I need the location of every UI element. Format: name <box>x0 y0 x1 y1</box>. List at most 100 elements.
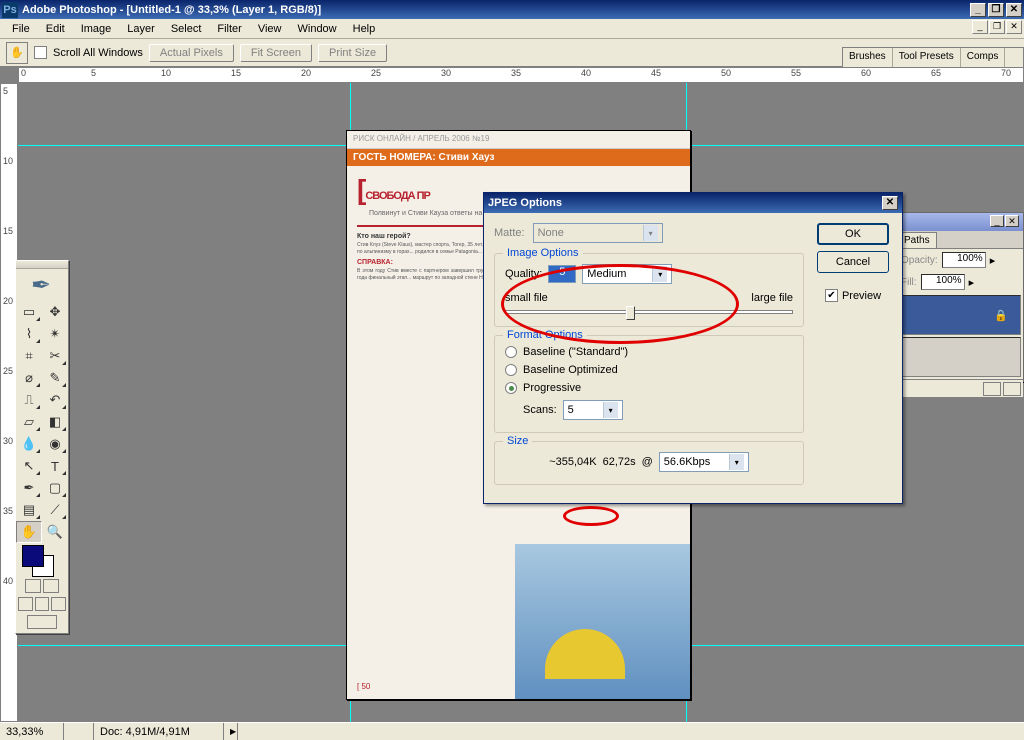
scroll-all-checkbox[interactable] <box>34 46 47 59</box>
layers-panel[interactable]: _ ✕ Paths Opacity: 100%▸ Fill: 100%▸ 🔒 <box>896 212 1024 382</box>
zoom-tool[interactable]: 🔍 <box>42 521 68 543</box>
toolbox[interactable]: ✒ ▭ ✥ ⌇ ✴ ⌗ ✂ ⌀ ✎ ⎍ ↶ ▱ ◧ 💧 ◉ ↖ T ✒ ▢ ▤ … <box>15 260 69 634</box>
doc-section-banner: ГОСТЬ НОМЕРА: Стиви Хауз <box>347 149 690 166</box>
baseline-optimized-radio[interactable] <box>505 364 517 376</box>
tab-comps[interactable]: Comps <box>961 48 1006 67</box>
size-at-symbol: @ <box>642 456 653 468</box>
print-size-button[interactable]: Print Size <box>318 44 387 62</box>
marquee-tool[interactable]: ▭ <box>16 301 42 323</box>
menu-image[interactable]: Image <box>73 21 120 37</box>
mdi-restore[interactable]: ❐ <box>989 20 1005 34</box>
layer-list[interactable]: 🔒 <box>899 295 1021 335</box>
gradient-tool[interactable]: ◧ <box>42 411 68 433</box>
color-swatches <box>16 543 68 577</box>
blur-tool[interactable]: 💧 <box>16 433 42 455</box>
status-icon[interactable] <box>64 723 94 740</box>
crop-tool[interactable]: ⌗ <box>16 345 42 367</box>
type-tool[interactable]: T <box>42 455 68 477</box>
doc-header: РИСК ОНЛАЙН / АПРЕЛЬ 2006 №19 <box>347 131 690 149</box>
panel-titlebar[interactable]: _ ✕ <box>897 213 1023 231</box>
mdi-close[interactable]: ✕ <box>1006 20 1022 34</box>
menu-file[interactable]: File <box>4 21 38 37</box>
maximize-button[interactable]: ❐ <box>988 3 1004 17</box>
quality-preset-dropdown[interactable]: Medium ▾ <box>582 264 672 284</box>
quality-input[interactable]: 5 <box>548 265 576 283</box>
jpeg-options-dialog[interactable]: JPEG Options ✕ Matte: None ▾ Image Optio… <box>483 192 903 504</box>
brush-tool[interactable]: ✎ <box>42 367 68 389</box>
standard-mode-icon[interactable] <box>25 579 41 593</box>
zoom-level[interactable]: 33,33% <box>0 723 64 740</box>
photoshop-icon: Ps <box>2 2 18 18</box>
opacity-flyout-arrow[interactable]: ▸ <box>990 254 996 267</box>
slice-tool[interactable]: ✂ <box>42 345 68 367</box>
tab-brushes[interactable]: Brushes <box>843 48 893 67</box>
menu-select[interactable]: Select <box>163 21 210 37</box>
baseline-standard-radio[interactable] <box>505 346 517 358</box>
slider-thumb[interactable] <box>626 306 635 320</box>
window-title: Adobe Photoshop - [Untitled-1 @ 33,3% (L… <box>22 4 970 16</box>
quality-slider[interactable] <box>505 310 793 314</box>
quickmask-mode-icon[interactable] <box>43 579 59 593</box>
hand-tool[interactable]: ✋ <box>16 521 42 543</box>
history-brush-tool[interactable]: ↶ <box>42 389 68 411</box>
healing-brush-tool[interactable]: ⌀ <box>16 367 42 389</box>
actual-pixels-button[interactable]: Actual Pixels <box>149 44 234 62</box>
connection-speed-dropdown[interactable]: 56.6Kbps ▾ <box>659 452 749 472</box>
menu-edit[interactable]: Edit <box>38 21 73 37</box>
scans-dropdown[interactable]: 5 ▾ <box>563 400 623 420</box>
lock-icon: 🔒 <box>994 309 1008 322</box>
panel-minimize-button[interactable]: _ <box>990 215 1004 227</box>
dialog-titlebar[interactable]: JPEG Options ✕ <box>484 193 902 213</box>
menu-help[interactable]: Help <box>345 21 384 37</box>
close-button[interactable]: ✕ <box>1006 3 1022 17</box>
toolbox-grip[interactable] <box>16 261 68 269</box>
shape-tool[interactable]: ▢ <box>42 477 68 499</box>
chevron-down-icon: ▾ <box>729 454 744 470</box>
status-flyout-arrow[interactable]: ▶ <box>224 723 238 740</box>
magic-wand-tool[interactable]: ✴ <box>42 323 68 345</box>
screen-mode-full-icon[interactable] <box>51 597 66 611</box>
menu-layer[interactable]: Layer <box>119 21 163 37</box>
small-file-label: small file <box>505 292 548 304</box>
imageready-jump-icon[interactable] <box>27 615 57 629</box>
screen-mode-full-menubar-icon[interactable] <box>35 597 50 611</box>
large-file-label: large file <box>751 292 793 304</box>
fill-input[interactable]: 100% <box>921 274 965 290</box>
lasso-tool[interactable]: ⌇ <box>16 323 42 345</box>
menu-window[interactable]: Window <box>290 21 345 37</box>
horizontal-ruler[interactable]: 0 5 10 15 20 25 30 35 40 45 50 55 60 65 … <box>18 67 1024 83</box>
cancel-button[interactable]: Cancel <box>817 251 889 273</box>
move-tool[interactable]: ✥ <box>42 301 68 323</box>
preview-checkbox[interactable]: ✔ <box>825 289 838 302</box>
tab-tool-presets[interactable]: Tool Presets <box>893 48 961 67</box>
menu-view[interactable]: View <box>250 21 290 37</box>
image-options-legend: Image Options <box>503 247 583 259</box>
hand-tool-icon[interactable]: ✋ <box>6 42 28 64</box>
dodge-tool[interactable]: ◉ <box>42 433 68 455</box>
doc-size: Doc: 4,91M/4,91M <box>94 723 224 740</box>
new-layer-icon[interactable] <box>983 382 1001 396</box>
eraser-tool[interactable]: ▱ <box>16 411 42 433</box>
menu-filter[interactable]: Filter <box>209 21 249 37</box>
screen-mode-standard-icon[interactable] <box>18 597 33 611</box>
notes-tool[interactable]: ▤ <box>16 499 42 521</box>
foreground-color[interactable] <box>22 545 44 567</box>
fit-screen-button[interactable]: Fit Screen <box>240 44 312 62</box>
clone-stamp-tool[interactable]: ⎍ <box>16 389 42 411</box>
panel-close-button[interactable]: ✕ <box>1005 215 1019 227</box>
eyedropper-tool[interactable]: ⟋ <box>42 499 68 521</box>
dialog-close-button[interactable]: ✕ <box>882 196 898 210</box>
ok-button[interactable]: OK <box>817 223 889 245</box>
baseline-optimized-label: Baseline Optimized <box>523 364 618 376</box>
pen-tool[interactable]: ✒ <box>16 477 42 499</box>
opacity-input[interactable]: 100% <box>942 252 986 268</box>
mdi-minimize[interactable]: _ <box>972 20 988 34</box>
photoshop-feather-icon: ✒ <box>16 269 66 301</box>
format-options-group: Format Options Baseline ("Standard") Bas… <box>494 335 804 433</box>
minimize-button[interactable]: _ <box>970 3 986 17</box>
fill-flyout-arrow[interactable]: ▸ <box>969 276 975 289</box>
progressive-radio[interactable] <box>505 382 517 394</box>
path-selection-tool[interactable]: ↖ <box>16 455 42 477</box>
app-titlebar: Ps Adobe Photoshop - [Untitled-1 @ 33,3%… <box>0 0 1024 19</box>
delete-layer-icon[interactable] <box>1003 382 1021 396</box>
